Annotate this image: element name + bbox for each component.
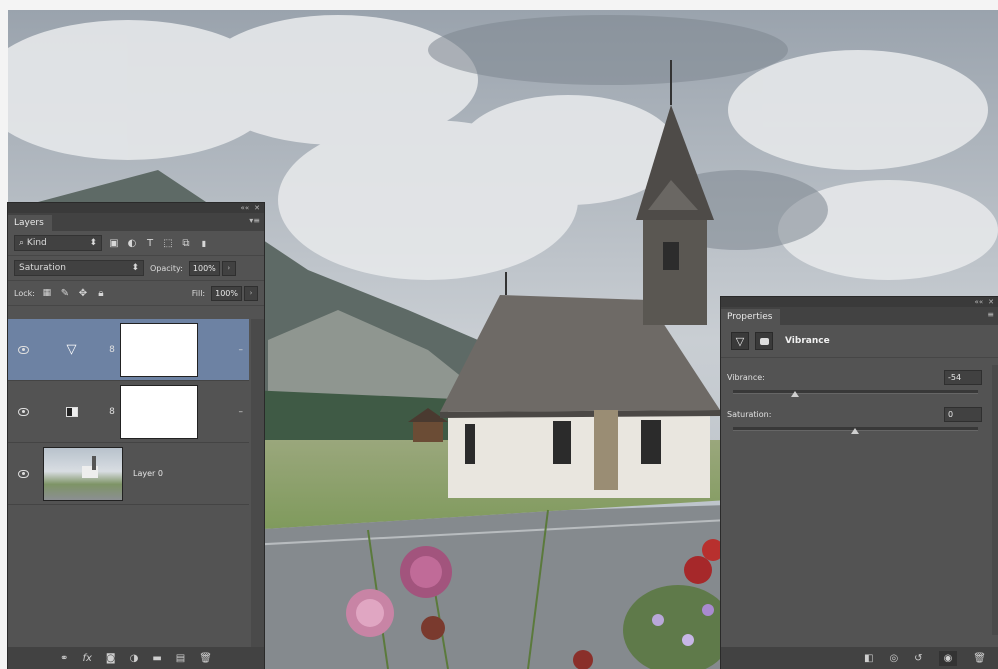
layer-mask-thumbnail[interactable] bbox=[120, 384, 198, 439]
layer-row-levels[interactable]: 8 – bbox=[8, 381, 249, 443]
clip-icon[interactable]: ◧ bbox=[864, 653, 873, 664]
fx-icon[interactable]: fx bbox=[82, 653, 91, 664]
chevron-updown-icon: ⬍ bbox=[131, 263, 139, 273]
layer-image-thumbnail[interactable] bbox=[43, 446, 123, 501]
vibrance-control: Vibrance: -54 bbox=[721, 358, 998, 397]
layer-mask-thumbnail[interactable] bbox=[120, 322, 198, 377]
close-icon[interactable]: ✕ bbox=[988, 298, 994, 306]
filter-shape-icon[interactable]: ⬚ bbox=[162, 237, 174, 249]
panel-menu-icon[interactable]: ▾≡ bbox=[249, 216, 260, 225]
panel-topbar: «« ✕ bbox=[8, 203, 264, 213]
vibrance-adjustment-icon: ▽ bbox=[731, 332, 749, 350]
folder-icon[interactable]: ▬ bbox=[152, 653, 161, 664]
collapse-icon[interactable]: «« bbox=[241, 204, 250, 212]
saturation-input[interactable]: 0 bbox=[944, 407, 982, 422]
opacity-input[interactable]: 100% bbox=[188, 260, 220, 276]
lock-row: Lock: ▦ ✎ ✥ 🔒︎ Fill: 100% › bbox=[8, 281, 264, 306]
saturation-slider[interactable] bbox=[733, 422, 978, 434]
properties-bottom-toolbar: ◧ ◎ ↺ ◉ 🗑︎ bbox=[721, 647, 998, 669]
vibrance-adjustment-icon: ▽ bbox=[66, 342, 77, 357]
properties-panel: «« ✕ Properties ≡ ▽ Vibrance Vibrance: -… bbox=[721, 297, 998, 669]
lock-transparent-icon[interactable]: ▦ bbox=[41, 287, 53, 299]
vibrance-input[interactable]: -54 bbox=[944, 370, 982, 385]
reset-icon[interactable]: ↺ bbox=[914, 653, 922, 664]
opacity-dropdown-icon[interactable]: › bbox=[221, 260, 236, 276]
fill-input[interactable]: 100% bbox=[211, 285, 242, 301]
filter-type-icon[interactable]: T bbox=[144, 237, 156, 249]
tab-layers[interactable]: Layers bbox=[8, 215, 52, 231]
layer-name[interactable]: Layer 0 bbox=[133, 469, 163, 478]
layer-list: ▽ 8 – 8 – Layer 0 bbox=[8, 319, 264, 647]
tab-properties[interactable]: Properties bbox=[721, 309, 781, 325]
levels-adjustment-icon bbox=[39, 406, 104, 417]
visibility-toggle[interactable] bbox=[8, 469, 39, 478]
filter-row: ⌕ Kind ⬍ ▣ ◐ T ⬚ ⧉ ▮ bbox=[8, 231, 264, 256]
chevron-updown-icon: ⬍ bbox=[89, 238, 97, 248]
fill-label: Fill: bbox=[191, 288, 206, 298]
panel-topbar: «« ✕ bbox=[721, 297, 998, 307]
trash-icon[interactable]: 🗑︎ bbox=[973, 653, 986, 664]
layer-row-vibrance[interactable]: ▽ 8 – bbox=[8, 319, 249, 381]
mask-icon[interactable]: ◙ bbox=[106, 653, 116, 664]
blend-row: Saturation ⬍ Opacity: 100% › bbox=[8, 256, 264, 281]
vibrance-slider-track bbox=[733, 390, 978, 394]
panel-menu-icon[interactable]: ≡ bbox=[987, 310, 994, 319]
layers-panel: «« ✕ Layers ▾≡ ⌕ Kind ⬍ ▣ ◐ T ⬚ ⧉ ▮ Satu… bbox=[8, 203, 264, 669]
eye-icon bbox=[18, 407, 29, 416]
fill-dropdown-icon[interactable]: › bbox=[244, 285, 258, 301]
lock-paint-icon[interactable]: ✎ bbox=[59, 287, 71, 299]
search-icon: ⌕ bbox=[19, 238, 25, 248]
eye-icon bbox=[18, 345, 29, 354]
lock-label: Lock: bbox=[14, 288, 35, 298]
mask-icon[interactable] bbox=[755, 332, 773, 350]
adjustment-title: Vibrance bbox=[785, 336, 830, 346]
vibrance-label: Vibrance: bbox=[727, 373, 765, 382]
blend-mode-label: Saturation bbox=[19, 263, 66, 273]
eye-icon bbox=[18, 469, 29, 478]
visibility-icon[interactable]: ◉ bbox=[938, 650, 958, 666]
properties-scrollbar[interactable] bbox=[992, 365, 998, 635]
saturation-control: Saturation: 0 bbox=[721, 397, 998, 434]
properties-header: ▽ Vibrance bbox=[721, 325, 998, 358]
visibility-toggle[interactable] bbox=[8, 407, 39, 416]
close-icon[interactable]: ✕ bbox=[254, 204, 260, 212]
filter-toggle-icon[interactable]: ▮ bbox=[198, 237, 210, 249]
link-chain-icon[interactable]: 8 bbox=[104, 407, 120, 417]
opacity-label: Opacity: bbox=[150, 263, 183, 273]
link-chain-icon[interactable]: 8 bbox=[104, 345, 120, 355]
link-icon[interactable]: ⚭ bbox=[60, 653, 68, 664]
layer-row-layer0[interactable]: Layer 0 bbox=[8, 443, 249, 505]
saturation-slider-thumb[interactable] bbox=[851, 428, 859, 434]
layers-bottom-toolbar: ⚭ fx ◙ ◑ ▬ ▤ 🗑︎ bbox=[8, 647, 264, 669]
view-previous-icon[interactable]: ◎ bbox=[889, 653, 898, 664]
new-layer-icon[interactable]: ▤ bbox=[176, 653, 185, 664]
lock-all-icon[interactable]: 🔒︎ bbox=[95, 287, 107, 299]
layer-list-scrollbar[interactable] bbox=[251, 319, 264, 647]
trash-icon[interactable]: 🗑︎ bbox=[199, 653, 212, 664]
filter-kind-select[interactable]: ⌕ Kind ⬍ bbox=[14, 235, 102, 251]
filter-adjustment-icon[interactable]: ◐ bbox=[126, 237, 138, 249]
vibrance-slider-thumb[interactable] bbox=[791, 391, 799, 397]
blend-mode-select[interactable]: Saturation ⬍ bbox=[14, 260, 144, 276]
filter-smartobject-icon[interactable]: ⧉ bbox=[180, 237, 192, 249]
saturation-label: Saturation: bbox=[727, 410, 772, 419]
layers-tabrow: Layers ▾≡ bbox=[8, 213, 264, 231]
vibrance-slider[interactable] bbox=[733, 385, 978, 397]
filter-pixel-icon[interactable]: ▣ bbox=[108, 237, 120, 249]
filter-kind-label: Kind bbox=[26, 238, 47, 248]
properties-tabrow: Properties ≡ bbox=[721, 307, 998, 325]
visibility-toggle[interactable] bbox=[8, 345, 39, 354]
adjustment-icon[interactable]: ◑ bbox=[130, 653, 139, 664]
collapse-icon[interactable]: «« bbox=[975, 298, 984, 306]
lock-position-icon[interactable]: ✥ bbox=[77, 287, 89, 299]
